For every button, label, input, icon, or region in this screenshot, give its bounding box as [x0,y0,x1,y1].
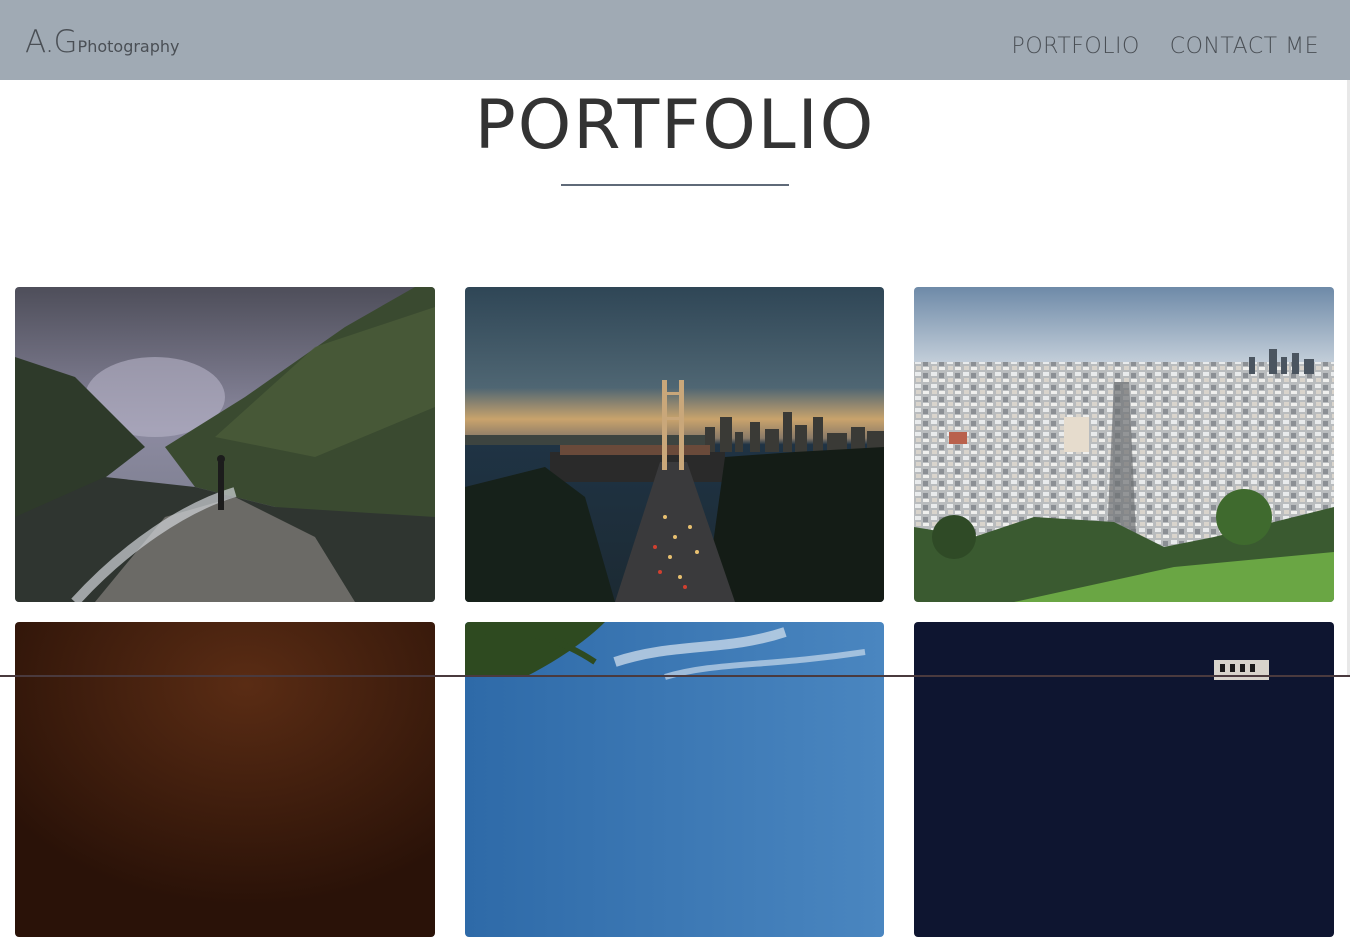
night-sky-image [15,622,435,937]
city-panorama-image [914,287,1334,602]
gallery-photo-palm-trees[interactable] [465,622,884,937]
night-building-image [914,622,1334,937]
mountain-valley-image [15,287,435,602]
nav-link-contact[interactable]: CONTACT ME [1170,34,1319,59]
nav-links: PORTFOLIO CONTACT ME [1012,34,1319,59]
gallery-photo-city-panorama[interactable] [914,287,1334,602]
brand-logo[interactable]: A.GPhotography [25,24,180,60]
navbar: A.GPhotography PORTFOLIO CONTACT ME [0,0,1350,80]
brand-initials: A.G [25,24,78,60]
page-title: PORTFOLIO [474,86,876,165]
gallery-photo-night-building[interactable] [914,622,1334,937]
gallery-photo-night-sky[interactable] [15,622,435,937]
bay-bridge-image [465,287,884,602]
nav-link-portfolio[interactable]: PORTFOLIO [1012,34,1140,59]
palm-trees-image [465,622,884,937]
title-divider [561,184,789,186]
gallery-photo-bay-bridge[interactable] [465,287,884,602]
gallery-photo-mountain-valley[interactable] [15,287,435,602]
brand-subtitle: Photography [77,37,180,56]
